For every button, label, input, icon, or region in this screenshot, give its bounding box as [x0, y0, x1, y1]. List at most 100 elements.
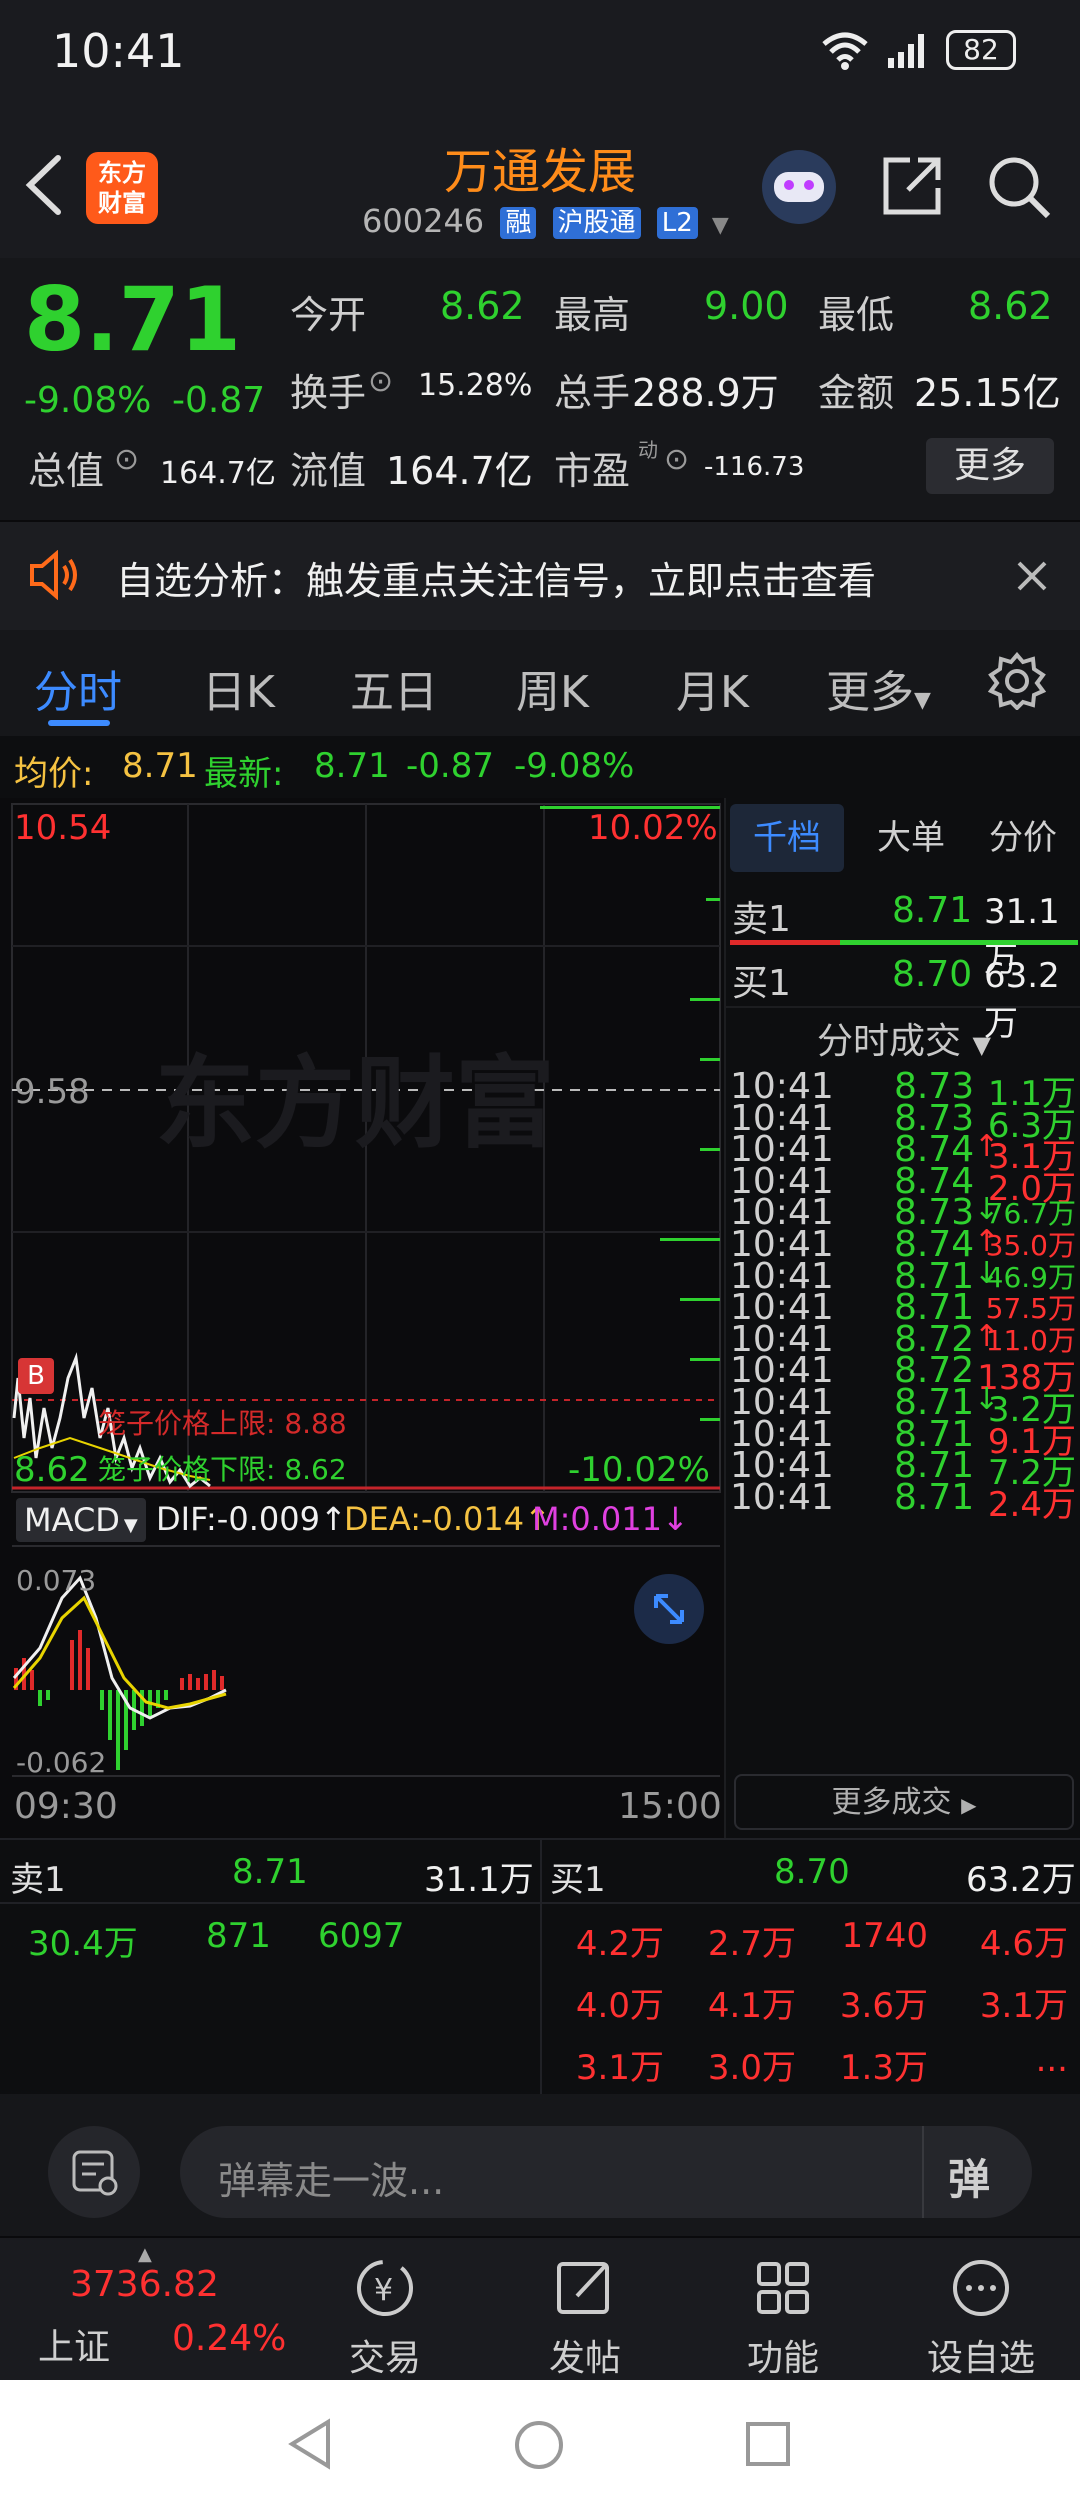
- chevron-right-icon: ▶: [961, 1793, 977, 1817]
- more-button[interactable]: 更多: [926, 438, 1054, 494]
- chevron-down-icon: ▼: [123, 1515, 138, 1536]
- more-trades-label: 更多成交: [831, 1785, 952, 1820]
- recents-square-icon[interactable]: [744, 2420, 792, 2468]
- buy-queue-item: 3.6万: [839, 1986, 928, 2026]
- gear-icon[interactable]: [988, 652, 1046, 710]
- current-price: 8.71: [24, 268, 242, 371]
- pe-value: -116.73: [704, 452, 805, 482]
- tab-level-book[interactable]: 千档: [730, 804, 844, 872]
- tab-five-day[interactable]: 五日: [350, 656, 438, 720]
- tab-more-label: 更多: [826, 667, 914, 718]
- total-value-label: 总值: [28, 449, 105, 493]
- y-axis-top-pct: 10.02%: [588, 808, 718, 848]
- index-name[interactable]: 上证: [38, 2318, 110, 2370]
- tab-price-distribution[interactable]: 分价: [978, 804, 1068, 872]
- sell-queue-item: 30.4万: [28, 1924, 138, 1964]
- tab-intraday[interactable]: 分时: [34, 656, 122, 720]
- buy-marker[interactable]: B: [18, 1358, 54, 1394]
- latest-label: 最新:: [204, 754, 284, 794]
- info-icon[interactable]: ⊙: [368, 364, 393, 399]
- tab-more[interactable]: 更多▼: [826, 656, 931, 720]
- latest-value: 8.71: [314, 746, 390, 786]
- buy-ratio-bar: [840, 940, 1078, 945]
- book-buy-volume: 63.2万: [966, 1860, 1076, 1900]
- tab-weekly-k[interactable]: 周K: [516, 656, 589, 720]
- change-pct: -9.08%: [24, 380, 152, 421]
- volume-label: 总手: [554, 371, 631, 415]
- book-sell-price: 8.71: [232, 1852, 308, 1892]
- close-icon[interactable]: [1016, 560, 1048, 592]
- nav-add-watchlist[interactable]: 设自选: [916, 2256, 1046, 2381]
- signal-icon: [888, 34, 924, 68]
- trades-list[interactable]: 10:41 8.73 1.1万 10:41 8.73 6.3万 10:41 8.74 ↑ 3.1万…: [726, 1066, 1080, 1578]
- danmu-settings-icon[interactable]: [48, 2126, 140, 2218]
- quote-panel: 8.71 -9.08% -0.87 今开 8.62 最高 9.00 最低 8.6…: [0, 258, 1080, 520]
- tab-daily-k[interactable]: 日K: [202, 656, 275, 720]
- back-triangle-icon[interactable]: [286, 2418, 334, 2470]
- home-circle-icon[interactable]: [512, 2418, 566, 2472]
- order-side-panel: 千档 大单 分价 卖1 8.71 31.1万 买1 8.70 63.2万 分时成…: [724, 798, 1080, 1838]
- notice-bar[interactable]: 自选分析：触发重点关注信号，立即点击查看: [0, 520, 1080, 632]
- avg-label: 均价:: [14, 754, 94, 794]
- open-value: 8.62: [440, 284, 525, 328]
- buy-queue-item: 3.1万: [979, 1986, 1068, 2026]
- nav-functions-label: 功能: [746, 2338, 819, 2379]
- info-icon[interactable]: ⊙: [664, 442, 689, 477]
- nav-functions[interactable]: 功能: [718, 2256, 848, 2381]
- nav-trade[interactable]: ¥ 交易: [320, 2256, 450, 2381]
- total-value: 164.7亿: [160, 456, 276, 491]
- tag-connect: 沪股通: [552, 207, 641, 239]
- tag-margin: 融: [500, 207, 537, 239]
- nav-trade-label: 交易: [348, 2338, 421, 2379]
- float-value: 164.7亿: [386, 449, 533, 493]
- share-icon[interactable]: [880, 154, 944, 218]
- sell1-label: 卖1: [732, 899, 791, 940]
- intraday-chart[interactable]: 东方财富 10.54 10.02% 9.58 8.62 -10.02% 笼子价格…: [0, 798, 724, 1838]
- notice-text: 自选分析：触发重点关注信号，立即点击查看: [116, 559, 877, 603]
- tab-big-orders[interactable]: 大单: [866, 804, 956, 872]
- more-dots-icon: [953, 2260, 1009, 2316]
- pe-label: 市盈: [554, 449, 631, 493]
- high-value: 9.00: [704, 284, 789, 328]
- nav-post-label: 发帖: [548, 2338, 621, 2379]
- trades-header-label: 分时成交: [817, 1021, 962, 1062]
- nav-post[interactable]: 发帖: [520, 2256, 650, 2381]
- more-trades-button[interactable]: 更多成交 ▶: [734, 1774, 1074, 1830]
- tab-monthly-k[interactable]: 月K: [676, 656, 749, 720]
- info-icon[interactable]: ⊙: [114, 442, 139, 477]
- system-nav-bar: [0, 2380, 1080, 2504]
- low-label: 最低: [818, 293, 895, 337]
- macd-dif: DIF:-0.009↑: [156, 1500, 347, 1538]
- search-icon[interactable]: [986, 154, 1052, 220]
- expand-icon[interactable]: [634, 1574, 704, 1644]
- macd-dea: DEA:-0.014↑: [344, 1500, 551, 1538]
- buy1-label: 买1: [732, 963, 791, 1004]
- danmu-placeholder: 弹幕走一波...: [218, 2159, 445, 2203]
- macd-selector[interactable]: MACD ▼: [16, 1498, 146, 1542]
- trades-header[interactable]: 分时成交 ▼: [726, 1012, 1080, 1064]
- chevron-down-icon: ▼: [972, 1031, 991, 1059]
- stock-code-row: 600246 融 沪股通 L2 ▼: [362, 202, 729, 240]
- assistant-robot-icon[interactable]: [762, 150, 836, 224]
- sell-queue-item: 6097: [318, 1916, 405, 1956]
- index-value[interactable]: 3736.82: [70, 2264, 219, 2305]
- svg-text:¥: ¥: [374, 2273, 393, 2308]
- trade-time: 10:41: [730, 1476, 834, 1518]
- battery-icon: 82: [946, 30, 1016, 70]
- danmu-send-icon[interactable]: 弹: [948, 2146, 990, 2207]
- chart-canvas: 东方财富: [11, 803, 721, 1777]
- macd-bottom: -0.062: [16, 1746, 107, 1779]
- dropdown-icon[interactable]: ▼: [712, 213, 729, 238]
- danmu-input[interactable]: 弹幕走一波... 弹: [180, 2126, 1032, 2218]
- volume-value: 288.9万: [632, 371, 779, 415]
- avg-value: 8.71: [122, 746, 198, 786]
- y-axis-top: 10.54: [14, 808, 112, 848]
- buy1-price: 8.70: [892, 954, 973, 995]
- trade-row: 10:41 8.71 2.4万: [726, 1477, 1080, 1527]
- pe-superscript: 动: [638, 438, 658, 462]
- time-start: 09:30: [14, 1786, 118, 1827]
- m-value: M:0.011: [532, 1500, 662, 1538]
- trade-icon: ¥: [357, 2260, 413, 2316]
- buy-queue-item: 4.6万: [979, 1924, 1068, 1964]
- macd-m: M:0.011↓: [532, 1500, 689, 1538]
